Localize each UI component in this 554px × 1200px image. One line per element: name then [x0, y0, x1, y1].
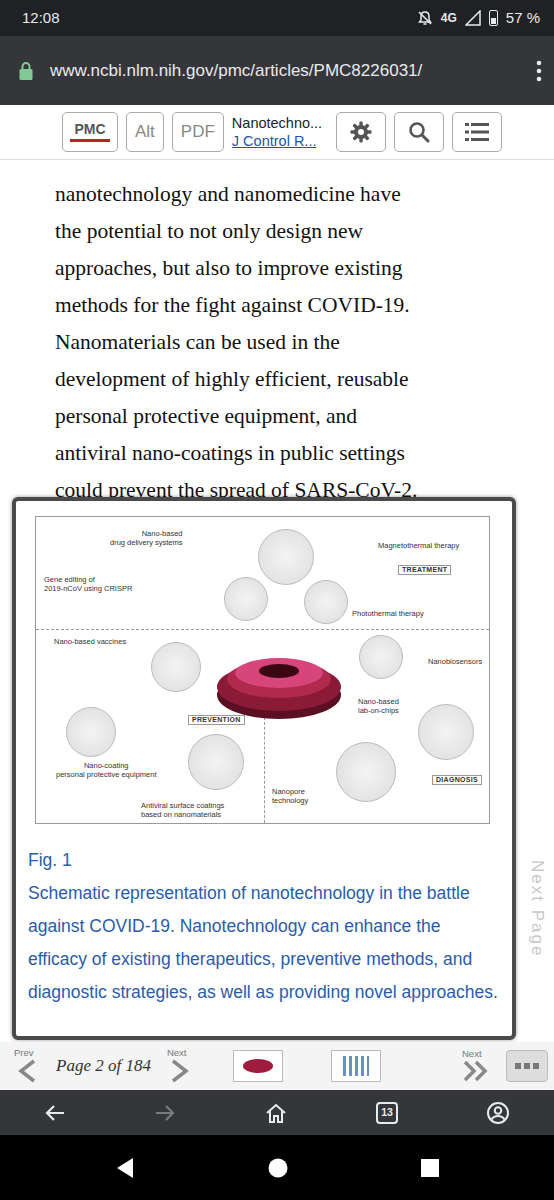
- search-icon: [407, 120, 431, 144]
- diagram-label: Magnetothermal therapy: [378, 541, 459, 550]
- lock-icon: [18, 61, 34, 81]
- illustration-icon: [151, 642, 201, 692]
- caption-text: Schematic representation of nanotechnolo…: [28, 877, 500, 1009]
- next-label[interactable]: Next: [167, 1048, 193, 1058]
- recents-square-icon[interactable]: [420, 1158, 440, 1178]
- battery-icon: [489, 10, 498, 26]
- text-line: approaches, but also to improve existing: [55, 250, 554, 287]
- battery-fill: [491, 18, 496, 24]
- illustration-icon: [304, 580, 348, 624]
- forward-arrow-icon[interactable]: [154, 1102, 176, 1124]
- battery-percent: 57 %: [506, 7, 540, 30]
- tab-count[interactable]: 13: [381, 1105, 393, 1121]
- network-type: 4G: [441, 9, 457, 27]
- double-chevron-icon: [462, 1059, 490, 1083]
- settings-button[interactable]: [336, 112, 386, 152]
- diagram-label: Antiviral surface coatings based on nano…: [141, 801, 224, 819]
- browser-bottom-bar: 13: [0, 1090, 554, 1135]
- diagram-label: Nano-based lab-on-chips: [358, 697, 399, 715]
- diagram-label: Gene editing of 2019-nCoV using CRISPR: [44, 575, 132, 593]
- url-text[interactable]: www.ncbi.nlm.nih.gov/pmc/articles/PMC822…: [50, 58, 520, 84]
- section-label: PREVENTION: [188, 715, 245, 725]
- figure-title: Fig. 1: [28, 844, 500, 877]
- pmc-logo-button[interactable]: PMC: [62, 112, 118, 152]
- article-view: nanotechnology and nanomedicine havethe …: [0, 160, 554, 1042]
- central-ring-icon: [214, 649, 344, 721]
- pager-bar: Prev Page 2 of 184 Next Next: [0, 1042, 554, 1090]
- more-button[interactable]: [506, 1050, 548, 1082]
- mute-bell-icon: [417, 10, 433, 26]
- pdf-button[interactable]: PDF: [172, 112, 224, 152]
- diagram-label: Nanopore technology: [272, 787, 308, 805]
- text-line: personal protective equipment, and: [55, 398, 554, 435]
- prev-label[interactable]: Prev: [14, 1048, 40, 1058]
- title-text: Nanotechno...: [232, 114, 328, 132]
- diagram-label: Nanobiosensors: [428, 657, 482, 666]
- article-title: Nanotechno... J Control R...: [232, 114, 328, 150]
- search-button[interactable]: [394, 112, 444, 152]
- text-line: Nanomaterials can be used in the: [55, 324, 554, 361]
- figure-diagram: Nano-based drug delivery systems Magnetot…: [35, 516, 490, 824]
- text-line: the potential to not only design new: [55, 213, 554, 250]
- illustration-icon: [418, 704, 474, 760]
- illustration-icon: [66, 707, 116, 757]
- clock: 12:08: [22, 7, 60, 30]
- section-label: TREATMENT: [398, 565, 451, 575]
- diagram-label: Nano-based vaccines: [54, 637, 126, 646]
- prev-button[interactable]: Prev: [14, 1048, 40, 1084]
- next-page-area[interactable]: Next Page: [522, 860, 552, 1030]
- list-icon: [464, 121, 490, 143]
- diagram-label: Nano-based drug delivery systems: [110, 529, 183, 547]
- text-line: development of highly efficient, reusabl…: [55, 361, 554, 398]
- chevron-left-icon: [14, 1058, 40, 1084]
- gear-icon: [349, 120, 373, 144]
- page-indicator: Page 2 of 184: [56, 1053, 151, 1079]
- system-nav-bar: [0, 1135, 554, 1200]
- illustration-icon: [359, 635, 403, 679]
- back-triangle-icon[interactable]: [114, 1156, 136, 1180]
- illustration-icon: [336, 742, 396, 802]
- text-line: antiviral nano-coatings in public settin…: [55, 435, 554, 472]
- home-icon[interactable]: [264, 1102, 288, 1124]
- illustration-icon: [188, 734, 244, 790]
- next-page-label[interactable]: Next Page: [522, 860, 552, 1030]
- journal-link[interactable]: J Control R...: [232, 132, 328, 150]
- article-text: nanotechnology and nanomedicine havethe …: [0, 160, 554, 509]
- tab-switcher-button[interactable]: 13: [376, 1102, 398, 1124]
- diagram-label: Nano-coating personal protective equipme…: [56, 761, 156, 779]
- diagram-label: Photothermal therapy: [352, 609, 424, 618]
- illustration-icon: [224, 577, 268, 621]
- page-thumbnail[interactable]: [331, 1050, 381, 1082]
- pmc-logo: PMC: [74, 122, 105, 136]
- alt-button[interactable]: Alt: [126, 112, 164, 152]
- signal-icon: [465, 10, 481, 26]
- figure-caption: Fig. 1 Schematic representation of nanot…: [16, 824, 512, 1009]
- status-bar: 12:08 4G 57 %: [0, 0, 554, 36]
- section-label: DIAGNOSIS: [432, 775, 482, 785]
- url-bar[interactable]: www.ncbi.nlm.nih.gov/pmc/articles/PMC822…: [0, 36, 554, 105]
- text-line: methods for the fight against COVID-19.: [55, 287, 554, 324]
- next-button[interactable]: Next: [167, 1048, 193, 1084]
- next-end-button[interactable]: Next: [462, 1049, 490, 1083]
- next-end-label[interactable]: Next: [462, 1049, 490, 1059]
- illustration-icon: [258, 529, 314, 585]
- profile-icon[interactable]: [486, 1101, 510, 1125]
- home-circle-icon[interactable]: [267, 1157, 289, 1179]
- text-line: nanotechnology and nanomedicine have: [55, 176, 554, 213]
- outline-button[interactable]: [452, 112, 502, 152]
- back-arrow-icon[interactable]: [44, 1102, 66, 1124]
- chevron-right-icon: [167, 1058, 193, 1084]
- menu-dots-icon[interactable]: [536, 60, 542, 82]
- pmc-toolbar: PMC AltPDF Nanotechno... J Control R...: [0, 105, 554, 160]
- page-thumbnail[interactable]: [233, 1050, 283, 1082]
- figure-popup[interactable]: Nano-based drug delivery systems Magnetot…: [12, 497, 516, 1040]
